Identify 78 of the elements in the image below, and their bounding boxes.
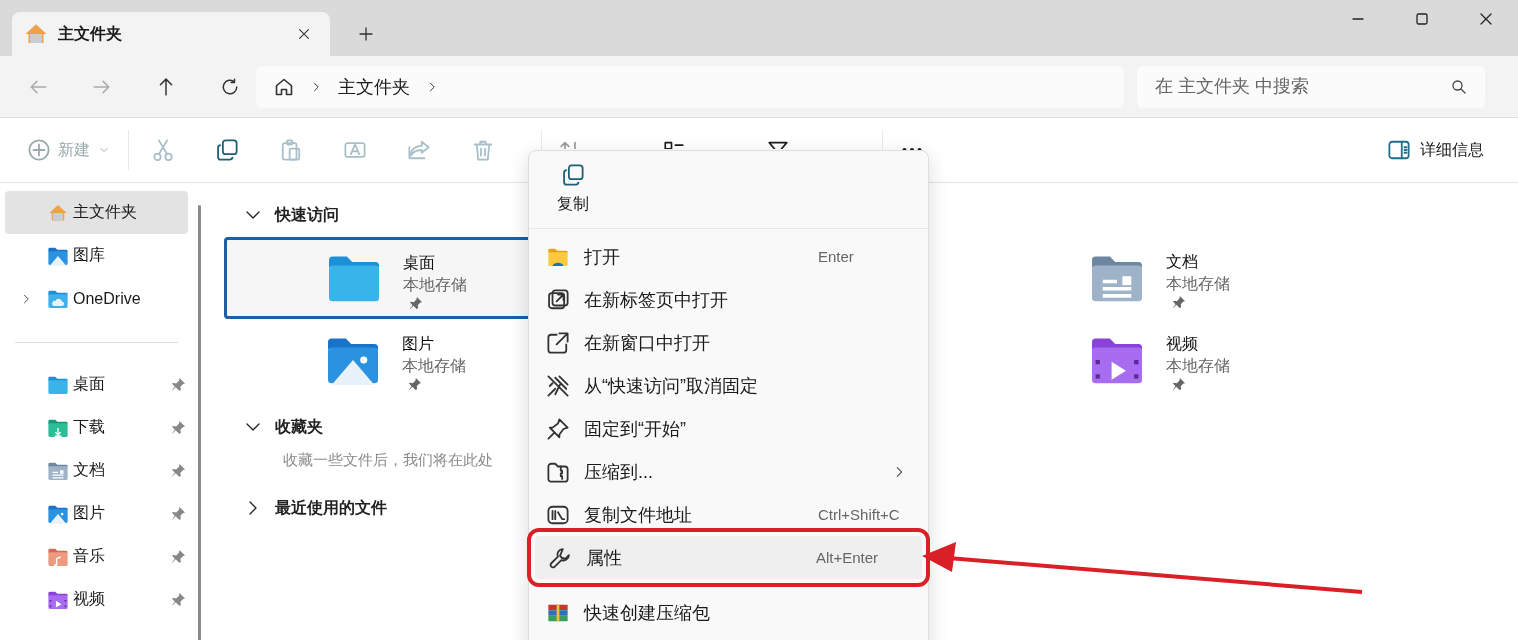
copy-icon: [216, 139, 238, 161]
pin-icon: [1172, 377, 1186, 391]
sidebar-item[interactable]: 桌面: [5, 363, 188, 406]
menu-item[interactable]: 复制文件地址 Ctrl+Shift+C: [533, 493, 924, 536]
newtab-icon: [547, 288, 569, 311]
folder-icon: [47, 503, 69, 524]
section-header[interactable]: 收藏夹: [245, 409, 323, 445]
panel-icon: [1388, 139, 1410, 161]
share-icon: [408, 139, 430, 161]
folder-icon: [47, 460, 69, 481]
folder-icon: [47, 288, 69, 309]
folder-icon: [47, 546, 69, 567]
sidebar-item[interactable]: OneDrive: [5, 277, 188, 320]
copypath-icon: [547, 503, 569, 526]
pin-icon: [171, 377, 186, 392]
breadcrumb[interactable]: 主文件夹: [338, 74, 410, 99]
plus-icon: [28, 139, 50, 161]
folder-tile[interactable]: 文档 本地存储: [988, 237, 1370, 319]
properties-icon: [549, 546, 571, 569]
sidebar-item[interactable]: 图库: [5, 234, 188, 277]
copy-icon: [562, 164, 584, 186]
copy-button[interactable]: 复制: [553, 160, 593, 219]
scrollbar[interactable]: [198, 205, 201, 640]
folder-icon: [47, 589, 69, 610]
shortcut: Ctrl+Shift+C: [818, 506, 901, 523]
pin-icon: [171, 506, 186, 521]
shortcut: Enter: [818, 248, 855, 265]
pin-icon: [171, 549, 186, 564]
sidebar-item[interactable]: 下载: [5, 406, 188, 449]
search-field[interactable]: 在 主文件夹 中搜索: [1137, 65, 1485, 108]
sidebar-item[interactable]: 主文件夹: [5, 191, 188, 234]
search-icon: [1451, 78, 1467, 95]
home-icon: [274, 76, 294, 97]
unpin-icon: [547, 374, 569, 397]
section-header[interactable]: 最近使用的文件: [245, 490, 387, 526]
empty-message: 收藏一些文件后，我们将在此处: [283, 451, 494, 470]
folder-icon: [47, 245, 69, 266]
refresh-icon: [221, 77, 239, 96]
paste-icon: [280, 139, 302, 161]
close-icon: [1478, 11, 1494, 27]
shortcut: Alt+Enter: [816, 549, 880, 566]
folder-icon: [47, 374, 69, 395]
minimize-icon: [1352, 18, 1364, 20]
pinstart-icon: [547, 417, 569, 440]
menu-item[interactable]: 压缩到...: [533, 450, 924, 493]
pin-icon: [409, 296, 423, 310]
plus-icon: [358, 26, 374, 42]
sidebar-item[interactable]: 文档: [5, 449, 188, 492]
pin-icon: [408, 377, 422, 391]
rename-icon: [344, 139, 366, 161]
folder-tile[interactable]: 视频 本地存储: [988, 319, 1370, 401]
sidebar-item[interactable]: 视频: [5, 578, 188, 621]
filter-icon: [768, 140, 788, 149]
details-button[interactable]: 详细信息: [1384, 130, 1488, 170]
maximize-icon: [1414, 11, 1430, 27]
trash-icon: [472, 139, 494, 161]
tab[interactable]: 主文件夹: [12, 12, 330, 56]
menu-item[interactable]: 从“快速访问”取消固定: [533, 364, 924, 407]
pin-icon: [1172, 295, 1186, 309]
scissors-icon: [152, 139, 174, 161]
address-bar[interactable]: 主文件夹: [256, 65, 1124, 108]
pin-icon: [171, 592, 186, 607]
home-icon: [24, 22, 48, 46]
pin-icon: [171, 463, 186, 478]
arrow-up-icon: [157, 77, 175, 96]
sidebar-item[interactable]: 音乐: [5, 535, 188, 578]
view-icon: [664, 140, 684, 149]
pin-icon: [171, 420, 186, 435]
folder-icon: [47, 417, 69, 438]
compress-icon: [547, 460, 569, 483]
menu-item[interactable]: 在新窗口中打开: [533, 321, 924, 364]
menu-item[interactable]: 快速创建压缩包: [533, 591, 924, 634]
sidebar-item[interactable]: 图片: [5, 492, 188, 535]
folder-icon: [47, 202, 69, 223]
menu-item[interactable]: 固定到“开始”: [533, 407, 924, 450]
close-icon: [297, 27, 311, 41]
newwindow-icon: [547, 331, 569, 354]
section-header[interactable]: 快速访问: [245, 197, 339, 233]
